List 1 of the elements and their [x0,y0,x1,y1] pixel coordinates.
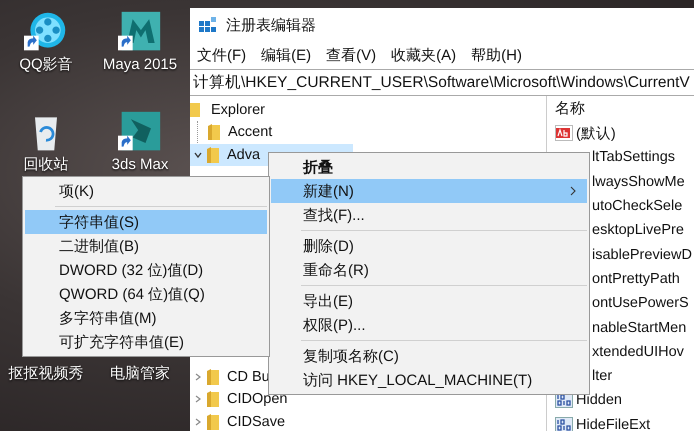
window-title: 注册表编辑器 [226,16,316,34]
